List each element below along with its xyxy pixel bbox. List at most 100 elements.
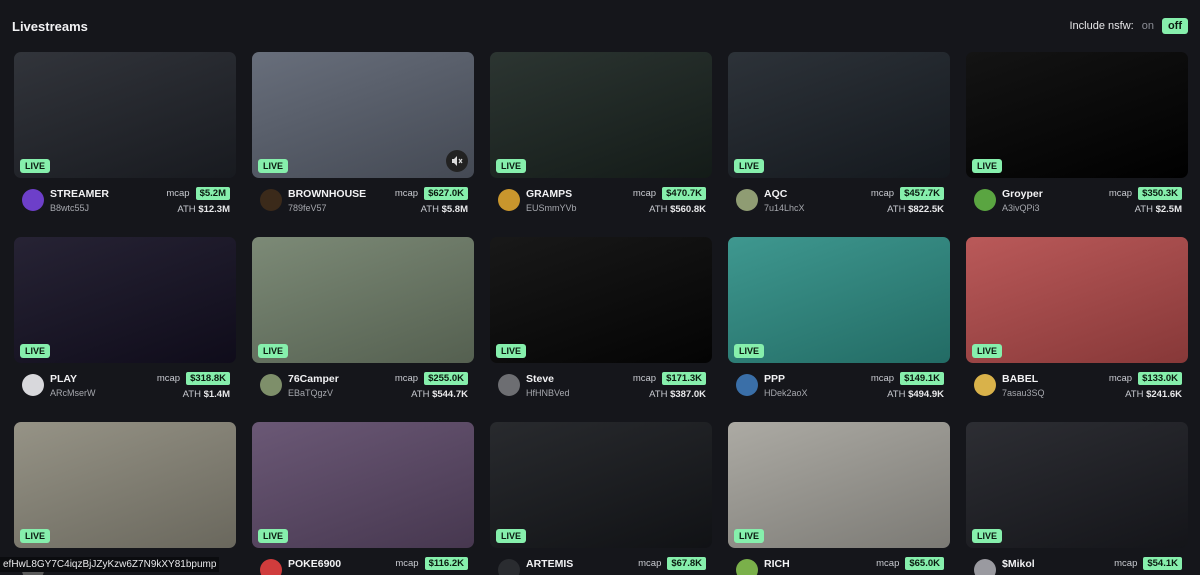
streamer-avatar[interactable]: [736, 189, 758, 211]
stream-name[interactable]: ARTEMIS: [526, 558, 573, 570]
stream-name[interactable]: Steve: [526, 373, 554, 385]
all-time-high: ATH $1.4M: [183, 389, 230, 400]
streamer-avatar[interactable]: [260, 189, 282, 211]
stream-thumbnail[interactable]: LIVE: [252, 52, 474, 178]
streamer-avatar[interactable]: [22, 374, 44, 396]
token-address: A3ivQPi3: [1002, 203, 1040, 213]
market-cap: mcap $5.2M: [166, 187, 230, 200]
stream-thumbnail[interactable]: LIVE: [14, 52, 236, 178]
stream-name[interactable]: PLAY: [50, 373, 77, 385]
stream-card[interactable]: LIVE $Mikol mcap $54.1K: [966, 422, 1188, 575]
stream-card[interactable]: LIVE Steve HfHNBVed mcap $171.3K ATH $387.0K: [490, 237, 712, 407]
streamer-avatar[interactable]: [974, 189, 996, 211]
stream-thumbnail[interactable]: LIVE: [14, 422, 236, 548]
nsfw-off-toggle[interactable]: off: [1161, 18, 1188, 34]
stream-thumbnail[interactable]: LIVE: [728, 422, 950, 548]
stream-card[interactable]: LIVE 76Camper EBaTQgzV mcap $255.0K ATH $544.…: [252, 237, 474, 407]
nsfw-filter: Include nsfw: on off: [1069, 18, 1188, 34]
mcap-label: mcap: [394, 188, 419, 199]
stream-name[interactable]: GRAMPS: [526, 188, 572, 200]
live-badge: LIVE: [258, 159, 289, 173]
streamer-avatar[interactable]: [260, 559, 282, 575]
page-header: Livestreams Include nsfw: on off: [0, 0, 1200, 52]
stream-thumbnail[interactable]: LIVE: [490, 422, 712, 548]
ath-label: ATH: [887, 389, 906, 400]
stream-name[interactable]: AQC: [764, 188, 787, 200]
streamer-avatar[interactable]: [498, 189, 520, 211]
stream-card[interactable]: LIVE RICH mcap $65.0K: [728, 422, 950, 575]
ath-value: $1.4M: [203, 389, 230, 400]
ath-value: $560.8K: [670, 204, 706, 215]
stream-card[interactable]: LIVE STREAMER B8wtc55J mcap $5.2M ATH $12.3M: [14, 52, 236, 222]
market-cap: mcap $65.0K: [876, 557, 944, 570]
token-address: EUSmmYVb: [526, 203, 577, 213]
stream-thumbnail[interactable]: LIVE: [966, 422, 1188, 548]
streamer-avatar[interactable]: [736, 559, 758, 575]
streamer-avatar[interactable]: [498, 374, 520, 396]
stream-thumbnail[interactable]: LIVE: [490, 52, 712, 178]
stream-card[interactable]: LIVE AQC 7u14LhcX mcap $457.7K ATH $822.5K: [728, 52, 950, 222]
token-address: B8wtc55J: [50, 203, 90, 213]
token-address: 789feV57: [288, 203, 327, 213]
stream-thumbnail[interactable]: LIVE: [252, 422, 474, 548]
stream-card[interactable]: LIVE ARTEMIS mcap $67.8K: [490, 422, 712, 575]
stream-card[interactable]: LIVE POKE6900 mcap $116.2K: [252, 422, 474, 575]
stream-thumbnail[interactable]: LIVE: [728, 237, 950, 363]
mcap-label: mcap: [156, 373, 181, 384]
streamer-avatar[interactable]: [22, 189, 44, 211]
token-address: 7asau3SQ: [1002, 388, 1045, 398]
streamer-avatar[interactable]: [260, 374, 282, 396]
stream-name[interactable]: RICH: [764, 558, 790, 570]
stream-card[interactable]: LIVE GRAMPS EUSmmYVb mcap $470.7K ATH $560.8K: [490, 52, 712, 222]
mcap-label: mcap: [1114, 558, 1138, 569]
ath-value: $2.5M: [1155, 204, 1182, 215]
all-time-high: ATH $494.9K: [887, 389, 944, 400]
stream-card[interactable]: LIVE Groyper A3ivQPi3 mcap $350.3K ATH $2.5M: [966, 52, 1188, 222]
streamer-avatar[interactable]: [974, 374, 996, 396]
nsfw-on-toggle[interactable]: on: [1140, 20, 1156, 32]
ath-label: ATH: [1125, 389, 1144, 400]
nsfw-label: Include nsfw:: [1069, 20, 1134, 32]
streamer-avatar[interactable]: [974, 559, 996, 575]
streamer-avatar[interactable]: [736, 374, 758, 396]
stream-card[interactable]: LIVEGOOBER: [14, 422, 236, 575]
stream-thumbnail[interactable]: LIVE: [966, 52, 1188, 178]
token-address: 7u14LhcX: [764, 203, 805, 213]
stream-name[interactable]: $Mikol: [1002, 558, 1035, 570]
stream-thumbnail[interactable]: LIVE: [966, 237, 1188, 363]
stream-card[interactable]: LIVE BABEL 7asau3SQ mcap $133.0K ATH $241.6K: [966, 237, 1188, 407]
stream-thumbnail[interactable]: LIVE: [490, 237, 712, 363]
mcap-label: mcap: [1108, 373, 1133, 384]
stream-name[interactable]: PPP: [764, 373, 785, 385]
stream-thumbnail[interactable]: LIVE: [728, 52, 950, 178]
all-time-high: ATH $387.0K: [649, 389, 706, 400]
live-badge: LIVE: [496, 159, 527, 173]
ath-value: $387.0K: [670, 389, 706, 400]
live-badge: LIVE: [972, 344, 1003, 358]
ath-label: ATH: [182, 389, 201, 400]
all-time-high: ATH $822.5K: [887, 204, 944, 215]
stream-name[interactable]: Groyper: [1002, 188, 1043, 200]
mcap-value: $5.2M: [195, 187, 230, 200]
page-title: Livestreams: [12, 19, 88, 34]
mcap-label: mcap: [632, 373, 657, 384]
stream-name[interactable]: STREAMER: [50, 188, 109, 200]
live-badge: LIVE: [20, 344, 51, 358]
stream-name[interactable]: 76Camper: [288, 373, 339, 385]
ath-label: ATH: [411, 389, 430, 400]
all-time-high: ATH $241.6K: [1125, 389, 1182, 400]
stream-name[interactable]: BROWNHOUSE: [288, 188, 366, 200]
stream-card[interactable]: LIVE BROWNHOUSE 789feV57 mcap $627.0K ATH $5.…: [252, 52, 474, 222]
live-badge: LIVE: [734, 159, 765, 173]
stream-name[interactable]: POKE6900: [288, 558, 341, 570]
stream-name[interactable]: BABEL: [1002, 373, 1038, 385]
ath-label: ATH: [420, 204, 439, 215]
stream-card[interactable]: LIVE PPP HDek2aoX mcap $149.1K ATH $494.9K: [728, 237, 950, 407]
market-cap: mcap $470.7K: [633, 187, 706, 200]
streamer-avatar[interactable]: [498, 559, 520, 575]
stream-thumbnail[interactable]: LIVE: [252, 237, 474, 363]
mute-icon[interactable]: [446, 150, 468, 172]
market-cap: mcap $457.7K: [871, 187, 944, 200]
stream-card[interactable]: LIVE PLAY ARcMserW mcap $318.8K ATH $1.4M: [14, 237, 236, 407]
stream-thumbnail[interactable]: LIVE: [14, 237, 236, 363]
